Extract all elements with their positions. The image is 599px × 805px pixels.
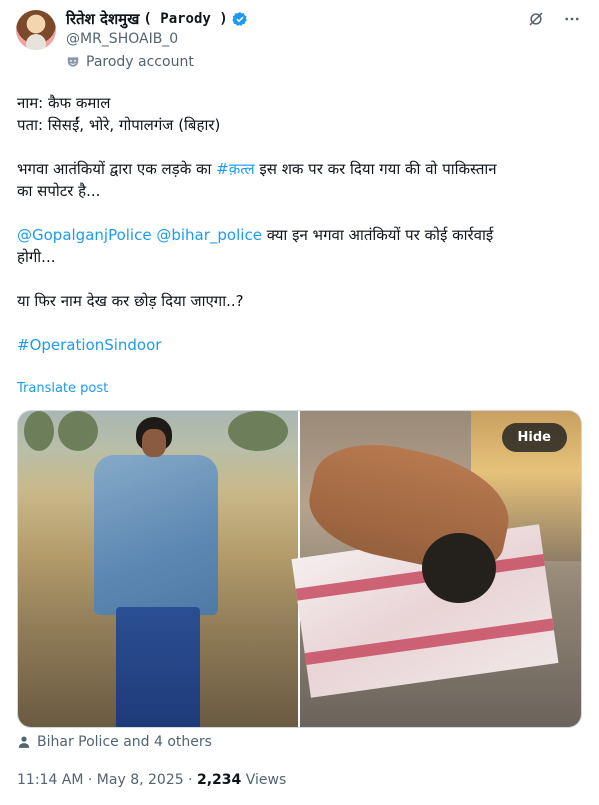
photo-tree bbox=[24, 411, 54, 451]
mention-bihar-police[interactable]: @bihar_police bbox=[156, 226, 262, 244]
verified-icon bbox=[232, 12, 247, 26]
hashtag-katl[interactable]: #क़त्ल bbox=[216, 160, 254, 178]
display-name-row[interactable]: रितेश देशमुख ( Parody ) bbox=[66, 9, 248, 29]
tagged-users[interactable]: Bihar Police and 4 others bbox=[17, 734, 212, 750]
grok-icon[interactable] bbox=[527, 10, 545, 33]
photo-tree bbox=[228, 411, 288, 451]
display-name[interactable]: रितेश देशमुख bbox=[66, 9, 139, 29]
post-line-name: नाम: कैफ कमाल bbox=[17, 94, 111, 112]
hashtag-operation-sindoor[interactable]: #OperationSindoor bbox=[17, 336, 161, 354]
post-meta: 11:14 AM · May 8, 2025 · 2,234 Views bbox=[17, 772, 286, 788]
photo-injured-person[interactable]: Hide bbox=[291, 411, 581, 727]
post-timestamp[interactable]: 11:14 AM · May 8, 2025 · bbox=[17, 772, 197, 788]
post-line-4: का सपोटर है... bbox=[17, 182, 101, 200]
translate-post-link[interactable]: Translate post bbox=[17, 381, 108, 396]
parody-tag[interactable]: ( Parody ) bbox=[143, 11, 227, 27]
post-line-address: पता: सिसईं, भोरे, गोपालगंज (बिहार) bbox=[17, 116, 221, 134]
photo-face bbox=[142, 429, 166, 457]
avatar[interactable] bbox=[16, 10, 56, 50]
sheet-stripe bbox=[304, 618, 554, 666]
post-line-3-post: इस शक पर कर दिया गया की वो पाकिस्तान bbox=[254, 160, 497, 178]
post-line-6: होगी... bbox=[17, 248, 56, 266]
parody-label-text: Parody account bbox=[86, 54, 194, 70]
person-icon bbox=[18, 736, 30, 748]
post-line-3: भगवा आतंकियों द्वारा एक लड़के का #क़त्ल … bbox=[17, 158, 582, 180]
post-line-5-post: क्या इन भगवा आतंकियों पर कोई कार्रवाई bbox=[261, 226, 494, 244]
tagged-users-text[interactable]: Bihar Police and 4 others bbox=[37, 734, 212, 750]
photo-jeans bbox=[116, 607, 200, 727]
mention-gopalganj-police[interactable]: @GopalganjPolice bbox=[17, 226, 152, 244]
post-line-3-pre: भगवा आतंकियों द्वारा एक लड़के का bbox=[17, 160, 217, 178]
parody-mask-icon bbox=[67, 57, 79, 67]
post-line-5: @GopalganjPolice @bihar_police क्या इन भ… bbox=[17, 224, 582, 246]
post-header: रितेश देशमुख ( Parody ) @MR_SHOAIB_0 bbox=[66, 9, 248, 47]
views-count: 2,234 bbox=[196, 772, 242, 788]
views-label: Views bbox=[241, 772, 287, 788]
media-grid: Hide bbox=[17, 410, 582, 728]
post-text: नाम: कैफ कमाल पता: सिसईं, भोरे, गोपालगंज… bbox=[17, 92, 582, 356]
user-handle[interactable]: @MR_SHOAIB_0 bbox=[66, 31, 248, 47]
photo-head bbox=[422, 533, 496, 603]
post-actions-top bbox=[527, 10, 581, 33]
photo-tree bbox=[58, 411, 98, 451]
photo-standing-man[interactable] bbox=[18, 411, 298, 727]
parody-label: Parody account bbox=[66, 54, 194, 70]
more-icon[interactable] bbox=[563, 10, 581, 33]
post-line-7: या फिर नाम देख कर छोड़ दिया जाएगा..? bbox=[17, 292, 244, 310]
photo-shirt bbox=[94, 455, 218, 615]
hide-media-button[interactable]: Hide bbox=[501, 423, 567, 452]
